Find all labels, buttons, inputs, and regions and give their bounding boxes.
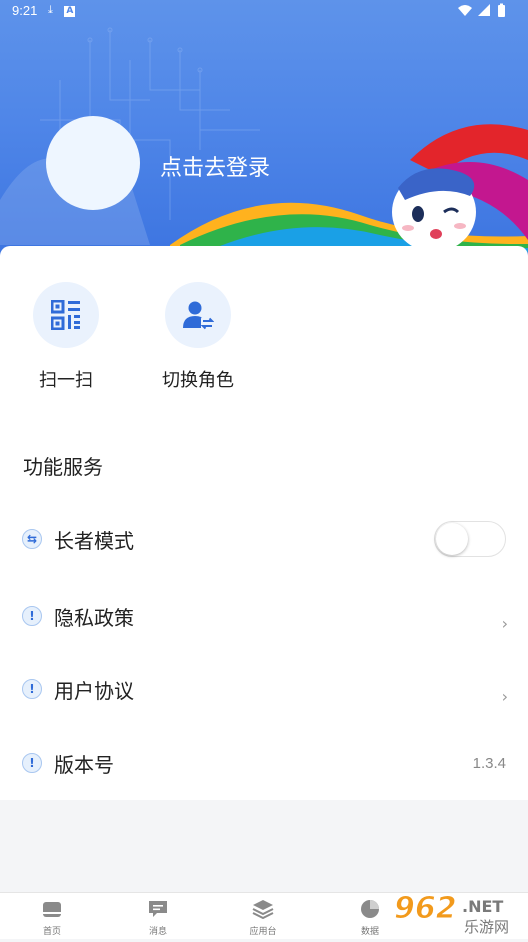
signal-icon	[478, 4, 490, 16]
section-title: 功能服务	[23, 455, 103, 479]
version-value: 1.3.4	[472, 755, 506, 772]
scan-icon	[51, 300, 80, 330]
pie-chart-icon	[361, 900, 379, 918]
switch-role-label: 切换角色	[162, 370, 234, 391]
version-label: 版本号	[54, 753, 114, 777]
switch-role-button[interactable]: 切换角色	[138, 282, 258, 392]
watermark-brand: 962	[394, 891, 457, 926]
version-row: ! 版本号 1.3.4	[0, 743, 528, 783]
tab-home[interactable]: 首页	[12, 899, 92, 937]
privacy-policy-label: 隐私政策	[54, 606, 134, 630]
status-bar: 9:21 ⤓ A	[0, 0, 528, 24]
message-icon	[149, 901, 167, 917]
battery-icon	[498, 5, 505, 17]
info-icon: !	[22, 753, 42, 773]
download-icon: ⤓	[48, 3, 53, 16]
content-card: 扫一扫 切换角色 功能服务 ⇆ 长者模式 ! 隐私政策 › ! 用户协议 › !…	[0, 246, 528, 800]
wifi-icon	[458, 5, 472, 16]
login-link[interactable]: 点击去登录	[160, 150, 270, 182]
status-time: 9:21	[12, 3, 38, 18]
a-icon: A	[64, 6, 76, 17]
chevron-right-icon: ›	[501, 614, 508, 633]
scan-button[interactable]: 扫一扫	[6, 282, 126, 392]
watermark-tagline: 乐游网	[464, 918, 509, 936]
tab-workbench[interactable]: 应用台	[223, 899, 303, 937]
user-agreement-row[interactable]: ! 用户协议 ›	[0, 669, 528, 709]
home-icon	[43, 902, 61, 917]
user-agreement-label: 用户协议	[54, 679, 134, 703]
tab-messages[interactable]: 消息	[118, 899, 198, 937]
tab-home-label: 首页	[42, 927, 61, 937]
info-icon: !	[22, 606, 42, 626]
privacy-policy-row[interactable]: ! 隐私政策 ›	[0, 596, 528, 636]
swap-icon: ⇆	[22, 529, 42, 549]
elder-mode-row: ⇆ 长者模式	[0, 519, 528, 559]
chevron-right-icon: ›	[501, 687, 508, 706]
profile-header: 9:21 ⤓ A 点击去登录	[0, 0, 528, 270]
tab-messages-label: 消息	[148, 927, 167, 937]
watermark-suffix: .NET	[462, 897, 503, 916]
toggle-knob	[436, 523, 468, 555]
layers-icon	[252, 900, 274, 920]
elder-mode-toggle[interactable]	[434, 521, 506, 557]
info-icon: !	[22, 679, 42, 699]
scan-label: 扫一扫	[39, 370, 93, 391]
elder-mode-label: 长者模式	[54, 529, 134, 553]
avatar[interactable]	[46, 116, 140, 210]
switch-role-icon	[183, 301, 214, 330]
tab-workbench-label: 应用台	[249, 927, 277, 937]
watermark-logo: 962 .NET 乐游网	[390, 888, 528, 938]
